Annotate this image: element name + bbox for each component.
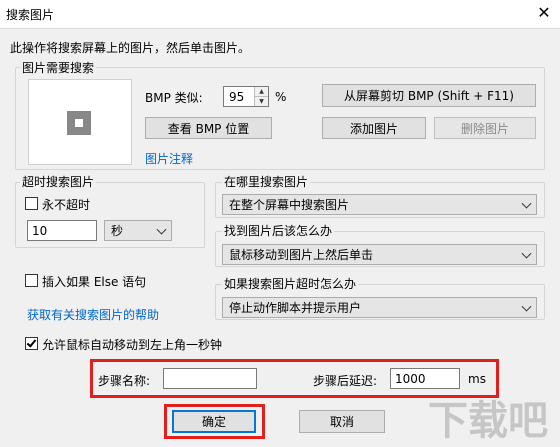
chevron-down-icon	[521, 198, 532, 209]
ok-button[interactable]: 确定	[172, 410, 256, 433]
percent-sign: %	[275, 90, 287, 104]
cancel-button[interactable]: 取消	[299, 410, 385, 433]
bmp-similarity-value: 95	[229, 89, 245, 104]
step-name-input[interactable]	[163, 368, 257, 389]
where-select[interactable]: 在整个屏幕中搜索图片	[222, 194, 537, 215]
window-title: 搜索图片	[6, 8, 55, 22]
spinner-arrows[interactable]: ▲ ▼	[254, 87, 268, 106]
step-name-label: 步骤名称:	[98, 374, 151, 388]
where-select-value: 在整个屏幕中搜索图片	[229, 198, 350, 212]
image-placeholder-icon	[67, 111, 91, 135]
timeout-unit-select[interactable]: 秒	[104, 220, 172, 241]
found-action-select[interactable]: 鼠标移动到图片上然后单击	[222, 244, 537, 265]
checkmark-icon	[26, 337, 37, 348]
image-note-link[interactable]: 图片注释	[145, 150, 193, 167]
timeout-value-input[interactable]: 10	[27, 220, 97, 241]
never-timeout-checkbox[interactable]	[25, 197, 38, 210]
spin-up-icon[interactable]: ▲	[255, 87, 268, 96]
timeout-action-group-legend: 如果搜索图片超时怎么办	[222, 277, 359, 291]
chevron-down-icon	[156, 224, 167, 235]
never-timeout-label: 永不超时	[42, 198, 91, 212]
found-group-legend: 找到图片后该怎么办	[222, 224, 335, 238]
watermark-logo: 下载吧	[428, 398, 548, 444]
allow-mouse-label: 允许鼠标自动移动到左上角一秒钟	[42, 338, 223, 352]
insert-else-checkbox[interactable]	[25, 274, 38, 287]
step-delay-unit: ms	[468, 372, 486, 386]
intro-text: 此操作将搜索屏幕上的图片，然后单击图片。	[10, 41, 251, 55]
delete-image-button[interactable]: 删除图片	[434, 117, 536, 139]
title-bar: 搜索图片 ✕	[0, 0, 560, 28]
search-image-group-legend: 图片需要搜索	[20, 61, 97, 75]
chevron-down-icon	[521, 301, 532, 312]
timeout-unit-value: 秒	[111, 224, 124, 238]
spin-down-icon[interactable]: ▼	[255, 96, 268, 106]
timeout-action-select[interactable]: 停止动作脚本并提示用户	[222, 297, 537, 318]
where-group-legend: 在哪里搜索图片	[222, 175, 311, 189]
close-icon[interactable]: ✕	[532, 2, 556, 24]
bmp-similarity-spinner[interactable]: 95 ▲ ▼	[223, 86, 269, 107]
timeout-group-legend: 超时搜索图片	[20, 175, 97, 189]
allow-mouse-checkbox[interactable]	[25, 337, 38, 350]
insert-else-label: 插入如果 Else 语句	[42, 275, 147, 289]
found-action-value: 鼠标移动到图片上然后单击	[229, 248, 374, 262]
capture-bmp-button[interactable]: 从屏幕剪切 BMP (Shift + F11)	[322, 84, 536, 107]
bmp-similarity-label: BMP 类似:	[145, 91, 203, 105]
step-delay-label: 步骤后延迟:	[313, 374, 378, 388]
chevron-down-icon	[521, 248, 532, 259]
help-link[interactable]: 获取有关搜索图片的帮助	[27, 306, 159, 323]
step-delay-input[interactable]: 1000	[390, 368, 460, 389]
image-preview	[28, 79, 132, 165]
view-bmp-button[interactable]: 查看 BMP 位置	[145, 117, 272, 139]
add-image-button[interactable]: 添加图片	[322, 117, 426, 139]
timeout-action-value: 停止动作脚本并提示用户	[229, 301, 362, 315]
